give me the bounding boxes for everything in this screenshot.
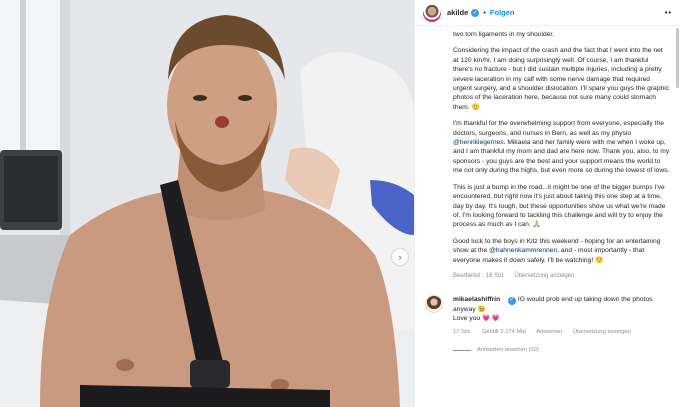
comment-meta: 17 Std. Gefällt 2.174 Mal Antworten Über… bbox=[453, 328, 670, 337]
caption-paragraph: Considering the impact of the crash and … bbox=[453, 47, 670, 111]
author-username[interactable]: akilde bbox=[447, 8, 468, 17]
mention-link-hahnenkammrennen[interactable]: @hahnenkammrennen bbox=[489, 247, 557, 254]
verified-badge-icon: ✓ bbox=[471, 8, 480, 17]
comment-text: mikaelashiffrin ✓ IG would prob end up t… bbox=[453, 295, 670, 324]
comment-body-line2: Love you bbox=[453, 315, 481, 323]
reply-button[interactable]: Antworten bbox=[536, 329, 562, 335]
comment-likes[interactable]: Gefällt 2.174 Mal bbox=[482, 329, 526, 335]
translate-caption-link[interactable]: Übersetzung anzeigen bbox=[514, 273, 574, 279]
more-options-icon[interactable]: •• bbox=[665, 8, 672, 17]
author-avatar[interactable] bbox=[423, 3, 441, 22]
view-replies-label: Antworten ansehen (10) bbox=[477, 347, 539, 354]
comment-time: 17 Std. bbox=[453, 328, 472, 335]
post-side-panel: akilde ✓ • Folgen •• two torn ligaments … bbox=[414, 0, 680, 407]
mention-link-henriklegernes[interactable]: @henriklegernes bbox=[453, 139, 504, 146]
view-replies-button[interactable]: Antworten ansehen (10) bbox=[453, 346, 670, 355]
caption-scroll-area[interactable]: two torn ligaments in my shoulder. Consi… bbox=[415, 26, 680, 393]
translate-comment-link[interactable]: Übersetzung anzeigen bbox=[573, 329, 631, 335]
header-separator: • bbox=[483, 8, 486, 17]
verified-badge-icon: ✓ bbox=[508, 297, 517, 306]
caption-paragraph: Good luck to the boys in Kitz this weeke… bbox=[453, 237, 670, 265]
caption-paragraph: This is just a bump in the road...it mig… bbox=[453, 183, 666, 229]
scrollbar-thumb[interactable] bbox=[676, 28, 679, 88]
commenter-avatar[interactable] bbox=[425, 295, 443, 314]
photo-illustration bbox=[0, 0, 414, 407]
post-header: akilde ✓ • Folgen •• bbox=[415, 0, 680, 26]
chevron-right-icon: › bbox=[398, 251, 402, 262]
wink-emoji: 😉 bbox=[477, 306, 486, 314]
follow-button[interactable]: Folgen bbox=[490, 8, 515, 17]
caption-meta: Bearbeitet · 18 Std. Übersetzung anzeige… bbox=[453, 272, 670, 281]
caption-paragraph: two torn ligaments in my shoulder. bbox=[453, 31, 555, 38]
next-photo-button[interactable]: › bbox=[392, 249, 408, 265]
caption-text: I'm thankful for the overwhelming suppor… bbox=[453, 120, 664, 137]
heart-emoji: 💗 💗 bbox=[482, 315, 501, 323]
edited-timestamp: Bearbeitet · 18 Std. bbox=[453, 272, 505, 279]
commenter-username[interactable]: mikaelashiffrin bbox=[453, 296, 500, 303]
caption-paragraph: I'm thankful for the overwhelming suppor… bbox=[453, 119, 670, 175]
replies-divider bbox=[453, 350, 471, 352]
comment-item: mikaelashiffrin ✓ IG would prob end up t… bbox=[425, 295, 670, 355]
post-photo[interactable]: › bbox=[0, 0, 414, 407]
